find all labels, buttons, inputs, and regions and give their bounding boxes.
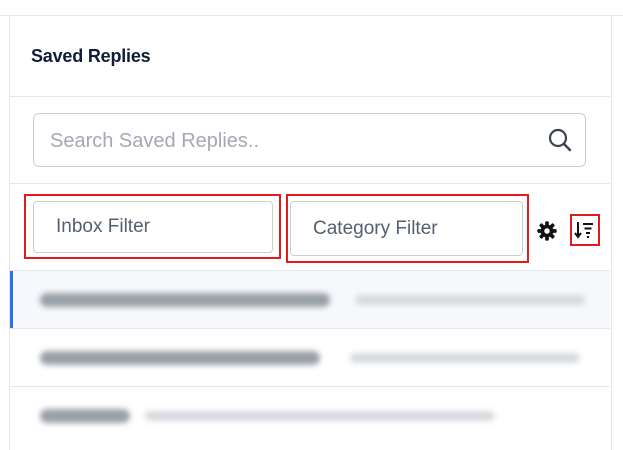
category-filter[interactable]: Category Filter	[290, 201, 523, 256]
redacted-text	[40, 351, 320, 365]
search-icon[interactable]	[547, 127, 573, 153]
redacted-text	[40, 409, 130, 423]
inbox-filter[interactable]: Inbox Filter	[33, 201, 273, 253]
panel-title: Saved Replies	[31, 46, 151, 66]
redacted-text	[145, 411, 495, 421]
saved-replies-list	[10, 270, 610, 450]
list-item[interactable]	[10, 270, 610, 328]
redacted-text	[40, 293, 330, 307]
sort-descending-icon[interactable]	[574, 220, 594, 240]
divider	[10, 96, 610, 97]
top-bar	[0, 0, 623, 16]
divider	[10, 183, 610, 184]
list-item[interactable]	[10, 386, 610, 444]
list-item[interactable]	[10, 328, 610, 386]
search-box[interactable]	[33, 113, 586, 168]
category-filter-label: Category Filter	[313, 217, 438, 239]
search-input[interactable]	[48, 114, 532, 168]
redacted-text	[355, 295, 585, 305]
inbox-filter-label: Inbox Filter	[56, 216, 150, 237]
active-indicator	[10, 271, 13, 328]
redacted-text	[350, 353, 580, 363]
gear-icon[interactable]	[536, 220, 558, 242]
